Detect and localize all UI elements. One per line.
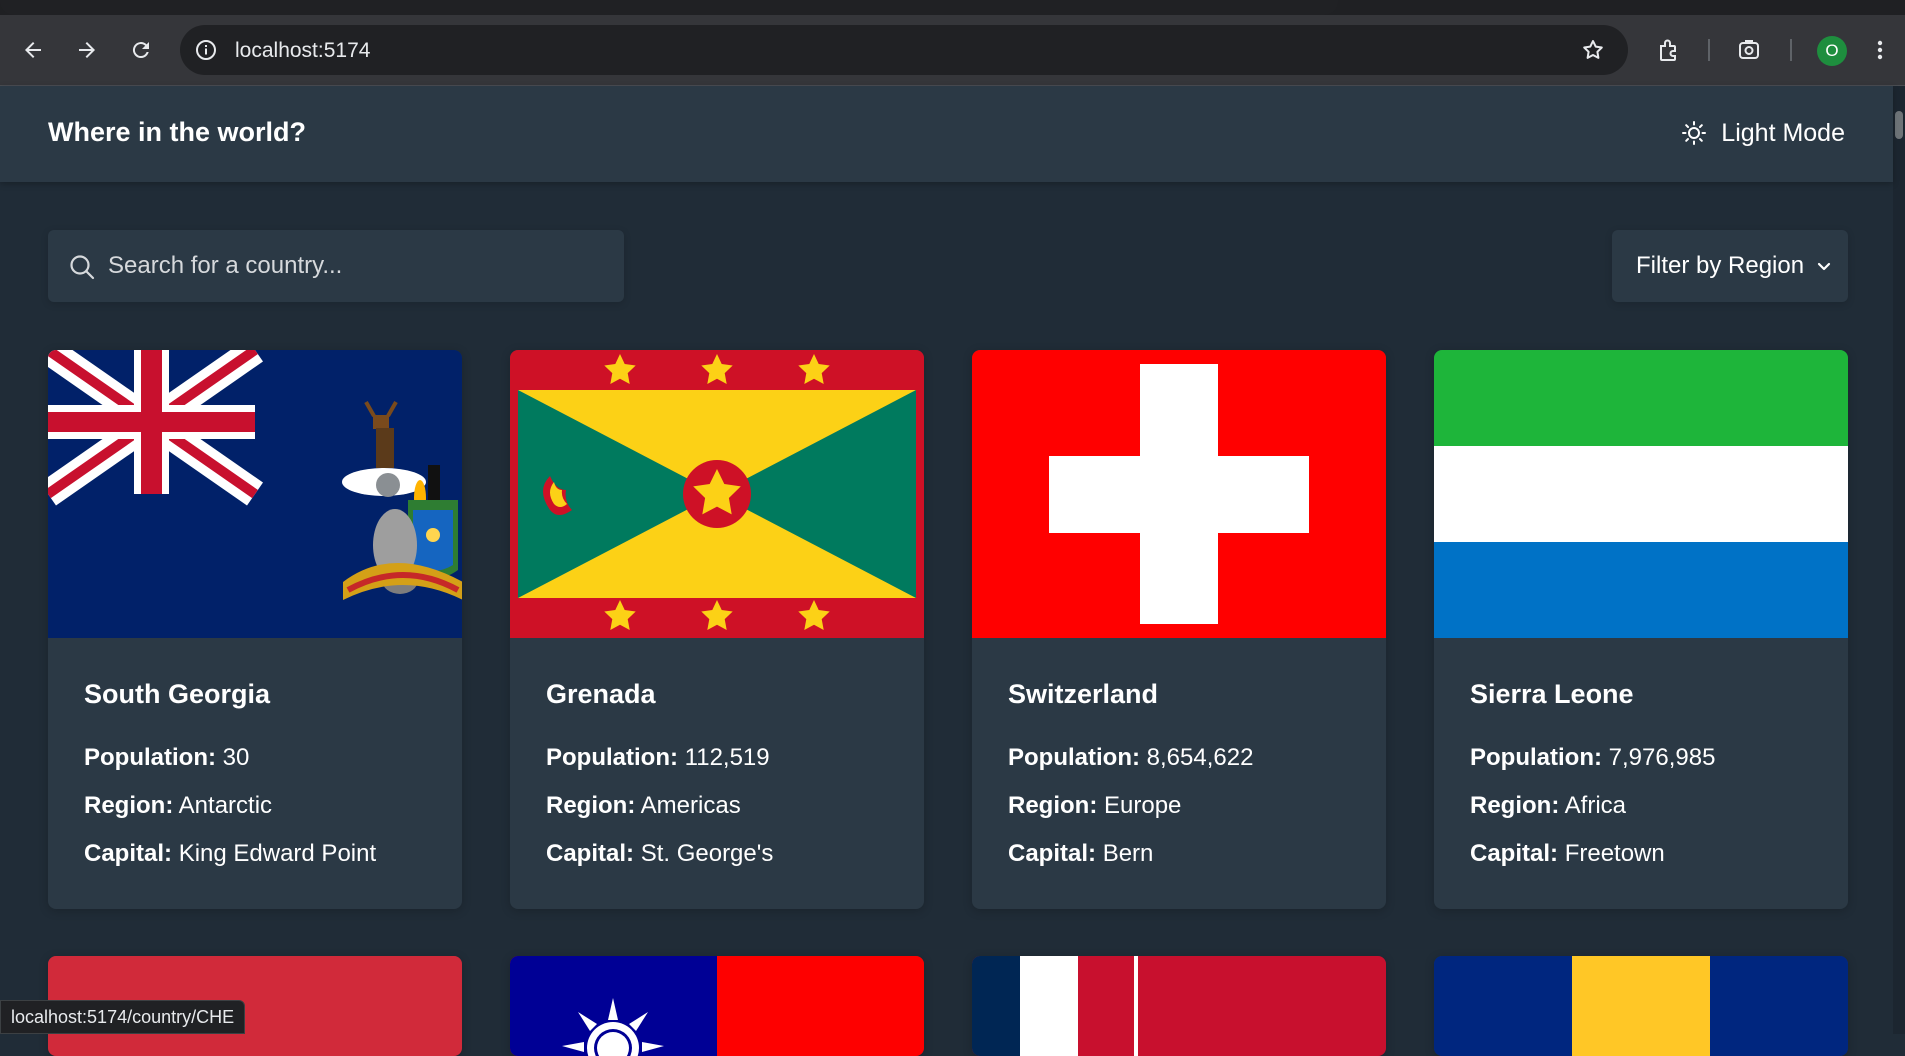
flag-image bbox=[510, 956, 924, 1056]
region-label: Region: bbox=[546, 792, 636, 819]
population-row: Population: 7,976,985 bbox=[1470, 744, 1715, 772]
chevron-down-icon bbox=[1817, 262, 1831, 271]
population-value: 8,654,622 bbox=[1146, 744, 1254, 771]
toolbar-separator bbox=[1708, 39, 1710, 61]
country-card[interactable] bbox=[972, 956, 1386, 1056]
flag-image bbox=[1434, 956, 1848, 1056]
region-row: Region: Antarctic bbox=[84, 792, 272, 820]
sun-icon bbox=[1682, 121, 1707, 145]
scrollbar-thumb[interactable] bbox=[1895, 111, 1903, 139]
more-icon[interactable] bbox=[1868, 33, 1892, 67]
page-title[interactable]: Where in the world? bbox=[48, 117, 306, 148]
flag-image-south-georgia bbox=[48, 350, 462, 638]
capital-row: Capital: Freetown bbox=[1470, 840, 1665, 868]
address-bar[interactable]: localhost:5174 bbox=[180, 25, 1628, 75]
country-card-south-georgia[interactable]: South Georgia Population: 30 Region: Ant… bbox=[48, 350, 462, 909]
page-scrollbar[interactable] bbox=[1893, 86, 1905, 1034]
population-row: Population: 112,519 bbox=[546, 744, 770, 772]
population-row: Population: 30 bbox=[84, 744, 249, 772]
country-name[interactable]: Grenada bbox=[546, 679, 656, 710]
capital-label: Capital: bbox=[84, 840, 173, 867]
site-info-icon[interactable] bbox=[194, 38, 218, 62]
link-status-bubble: localhost:5174/country/CHE bbox=[0, 1000, 246, 1034]
population-value: 7,976,985 bbox=[1608, 744, 1716, 771]
population-label: Population: bbox=[1008, 744, 1140, 771]
theme-toggle-button[interactable]: Light Mode bbox=[1681, 116, 1845, 150]
search-input[interactable] bbox=[108, 230, 608, 302]
search-icon bbox=[70, 255, 95, 280]
capital-value: King Edward Point bbox=[178, 840, 377, 867]
region-filter-select[interactable]: Filter by Region bbox=[1612, 230, 1848, 302]
capital-label: Capital: bbox=[1470, 840, 1559, 867]
capital-row: Capital: Bern bbox=[1008, 840, 1153, 868]
region-row: Region: Europe bbox=[1008, 792, 1181, 820]
forward-icon[interactable] bbox=[70, 33, 104, 67]
region-value: Antarctic bbox=[178, 792, 273, 819]
region-filter-label: Filter by Region bbox=[1636, 252, 1805, 279]
region-value: Americas bbox=[640, 792, 741, 819]
region-row: Region: Americas bbox=[546, 792, 741, 820]
region-value: Africa bbox=[1564, 792, 1627, 819]
capital-value: Freetown bbox=[1564, 840, 1665, 867]
flag-image-switzerland bbox=[972, 350, 1386, 638]
screenshot-icon[interactable] bbox=[1732, 33, 1766, 67]
region-label: Region: bbox=[1008, 792, 1098, 819]
country-name[interactable]: Sierra Leone bbox=[1470, 679, 1634, 710]
country-name[interactable]: South Georgia bbox=[84, 679, 270, 710]
url-text[interactable]: localhost:5174 bbox=[235, 39, 370, 63]
flag-image-grenada bbox=[510, 350, 924, 638]
population-value: 30 bbox=[222, 744, 250, 771]
search-box[interactable] bbox=[48, 230, 624, 302]
capital-row: Capital: King Edward Point bbox=[84, 840, 376, 868]
population-label: Population: bbox=[546, 744, 678, 771]
active-tab[interactable] bbox=[0, 0, 1338, 15]
population-label: Population: bbox=[84, 744, 216, 771]
app-header: Where in the world? Light Mode bbox=[0, 86, 1893, 182]
country-card-grenada[interactable]: Grenada Population: 112,519 Region: Amer… bbox=[510, 350, 924, 909]
population-row: Population: 8,654,622 bbox=[1008, 744, 1253, 772]
capital-row: Capital: St. George's bbox=[546, 840, 773, 868]
country-card-sierra-leone[interactable]: Sierra Leone Population: 7,976,985 Regio… bbox=[1434, 350, 1848, 909]
region-value: Europe bbox=[1104, 792, 1182, 819]
region-label: Region: bbox=[1470, 792, 1560, 819]
bookmark-star-icon[interactable] bbox=[1580, 37, 1606, 63]
region-row: Region: Africa bbox=[1470, 792, 1626, 820]
theme-toggle-label: Light Mode bbox=[1721, 118, 1845, 147]
country-card[interactable] bbox=[1434, 956, 1848, 1056]
browser-toolbar: localhost:5174 O bbox=[0, 15, 1905, 85]
reload-icon[interactable] bbox=[124, 33, 158, 67]
population-value: 112,519 bbox=[684, 744, 770, 771]
country-name[interactable]: Switzerland bbox=[1008, 679, 1158, 710]
country-card[interactable] bbox=[510, 956, 924, 1056]
flag-image-sierra-leone bbox=[1434, 350, 1848, 638]
toolbar-separator bbox=[1790, 39, 1792, 61]
extensions-icon[interactable] bbox=[1652, 33, 1686, 67]
flag-image bbox=[972, 956, 1386, 1056]
region-label: Region: bbox=[84, 792, 174, 819]
back-icon[interactable] bbox=[16, 33, 50, 67]
capital-value: St. George's bbox=[640, 840, 774, 867]
capital-label: Capital: bbox=[546, 840, 635, 867]
capital-value: Bern bbox=[1102, 840, 1154, 867]
tab-strip bbox=[0, 0, 1905, 15]
capital-label: Capital: bbox=[1008, 840, 1097, 867]
population-label: Population: bbox=[1470, 744, 1602, 771]
country-card-switzerland[interactable]: Switzerland Population: 8,654,622 Region… bbox=[972, 350, 1386, 909]
profile-avatar[interactable]: O bbox=[1817, 36, 1847, 66]
